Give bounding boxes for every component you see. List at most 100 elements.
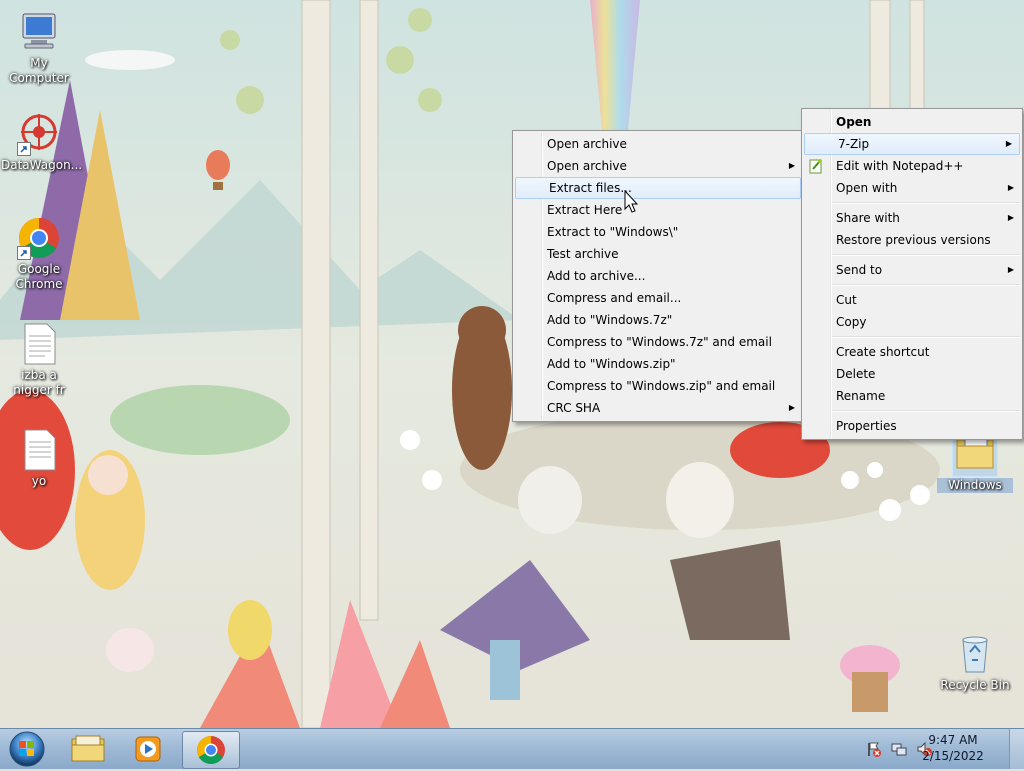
show-desktop-button[interactable]	[1009, 729, 1024, 769]
desktop-icon-google-chrome[interactable]: Google Chrome	[1, 216, 77, 292]
menu-item-compress-and-email[interactable]: Compress and email...	[513, 287, 803, 309]
submenu-arrow-icon: ▶	[1005, 139, 1012, 148]
chrome-icon	[197, 736, 225, 764]
datawagon-icon	[17, 112, 61, 156]
menu-separator	[832, 284, 1020, 286]
menu-item-7zip[interactable]: 7-Zip ▶	[804, 133, 1020, 155]
menu-item-label: Compress and email...	[547, 291, 682, 305]
desktop-icon-label: My Computer	[9, 56, 69, 85]
menu-item-label: Add to "Windows.zip"	[547, 357, 676, 371]
context-menu: Open 7-Zip ▶ Edit with Notepad++ Open wit…	[801, 108, 1023, 440]
menu-item-label: Compress to "Windows.7z" and email	[547, 335, 772, 349]
taskbar-chrome-button[interactable]	[182, 731, 240, 769]
menu-item-label: Extract files...	[549, 181, 632, 195]
taskbar: 9:47 AM 2/15/2022	[0, 728, 1024, 769]
desktop-icon-text-file[interactable]: izba a nigger fr	[1, 322, 77, 398]
action-center-flag-icon[interactable]	[866, 741, 882, 757]
clock-time: 9:47 AM	[928, 733, 978, 747]
desktop-icon-label: DataWagon...	[1, 158, 83, 172]
submenu-arrow-icon: ▶	[788, 403, 795, 412]
menu-item-delete[interactable]: Delete	[802, 363, 1022, 385]
menu-item-extract-files[interactable]: Extract files...	[515, 177, 801, 199]
menu-item-extract-here[interactable]: Extract Here	[513, 199, 803, 221]
menu-item-label: Share with	[836, 211, 900, 225]
menu-item-add-to-archive[interactable]: Add to archive...	[513, 265, 803, 287]
chrome-icon	[17, 216, 61, 260]
menu-separator	[832, 336, 1020, 338]
shortcut-arrow-icon	[17, 142, 31, 156]
menu-item-extract-to-windows[interactable]: Extract to "Windows\"	[513, 221, 803, 243]
menu-item-label: CRC SHA	[547, 401, 601, 415]
desktop-icon-windows-folder[interactable]: Windows	[937, 431, 1013, 493]
menu-item-label: Send to	[836, 263, 883, 277]
start-button[interactable]	[4, 730, 50, 768]
network-icon[interactable]	[891, 741, 907, 757]
explorer-icon	[71, 735, 105, 762]
text-file-icon	[17, 428, 61, 472]
menu-item-open-with[interactable]: Open with ▶	[802, 177, 1022, 199]
submenu-arrow-icon: ▶	[1007, 183, 1014, 192]
menu-item-label: Rename	[836, 389, 886, 403]
menu-item-label: Extract Here	[547, 203, 623, 217]
menu-item-copy[interactable]: Copy	[802, 311, 1022, 333]
menu-item-label: Cut	[836, 293, 857, 307]
menu-item-compress-zip-email[interactable]: Compress to "Windows.zip" and email	[513, 375, 803, 397]
taskbar-explorer-button[interactable]	[60, 731, 116, 767]
menu-item-label: Create shortcut	[836, 345, 930, 359]
menu-item-label: Compress to "Windows.zip" and email	[547, 379, 776, 393]
menu-item-label: Properties	[836, 419, 897, 433]
menu-item-share-with[interactable]: Share with ▶	[802, 207, 1022, 229]
menu-item-label: Restore previous versions	[836, 233, 991, 247]
menu-item-create-shortcut[interactable]: Create shortcut	[802, 341, 1022, 363]
desktop-icon-datawagon[interactable]: DataWagon...	[1, 112, 83, 173]
text-file-icon	[17, 322, 61, 366]
menu-item-cut[interactable]: Cut	[802, 289, 1022, 311]
taskbar-media-player-button[interactable]	[120, 731, 176, 767]
menu-item-label: Open with	[836, 181, 898, 195]
menu-item-crc-sha[interactable]: CRC SHA ▶	[513, 397, 803, 419]
system-clock[interactable]: 9:47 AM 2/15/2022	[918, 732, 988, 764]
menu-item-send-to[interactable]: Send to ▶	[802, 259, 1022, 281]
menu-separator	[832, 254, 1020, 256]
menu-item-add-to-zip[interactable]: Add to "Windows.zip"	[513, 353, 803, 375]
clock-date: 2/15/2022	[922, 749, 984, 763]
7zip-submenu: Open archive Open archive ▶ Extract files…	[512, 130, 804, 422]
notepadpp-icon	[808, 158, 824, 174]
menu-item-add-to-7z[interactable]: Add to "Windows.7z"	[513, 309, 803, 331]
menu-separator	[832, 202, 1020, 204]
menu-item-test-archive[interactable]: Test archive	[513, 243, 803, 265]
media-player-icon	[135, 736, 161, 762]
menu-separator	[832, 410, 1020, 412]
submenu-arrow-icon: ▶	[788, 161, 795, 170]
menu-item-label: Edit with Notepad++	[836, 159, 964, 173]
menu-item-label: Add to archive...	[547, 269, 646, 283]
menu-item-open-archive-submenu[interactable]: Open archive ▶	[513, 155, 803, 177]
desktop-icon-recycle-bin[interactable]: Recycle Bin	[937, 632, 1013, 693]
desktop-icon-label: izba a nigger fr	[13, 368, 65, 397]
computer-icon	[17, 10, 61, 54]
desktop-icon-label: Google Chrome	[15, 262, 63, 291]
menu-item-label: Copy	[836, 315, 867, 329]
desktop-icon-label: yo	[31, 474, 47, 488]
desktop-icon-label: Windows	[937, 478, 1013, 493]
menu-item-restore-previous-versions[interactable]: Restore previous versions	[802, 229, 1022, 251]
menu-item-open-archive[interactable]: Open archive	[513, 133, 803, 155]
menu-item-rename[interactable]: Rename	[802, 385, 1022, 407]
desktop-icon-label: Recycle Bin	[940, 678, 1010, 692]
menu-item-label: Open archive	[547, 159, 627, 173]
menu-item-label: 7-Zip	[838, 137, 870, 151]
mouse-pointer-icon	[624, 190, 639, 213]
menu-item-label: Add to "Windows.7z"	[547, 313, 673, 327]
menu-item-edit-with-notepadpp[interactable]: Edit with Notepad++	[802, 155, 1022, 177]
menu-item-compress-7z-email[interactable]: Compress to "Windows.7z" and email	[513, 331, 803, 353]
shortcut-arrow-icon	[17, 246, 31, 260]
desktop-icon-my-computer[interactable]: My Computer	[1, 10, 77, 86]
menu-item-label: Open archive	[547, 137, 627, 151]
menu-item-label: Open	[836, 115, 872, 129]
submenu-arrow-icon: ▶	[1007, 213, 1014, 222]
menu-item-properties[interactable]: Properties	[802, 415, 1022, 437]
menu-item-label: Extract to "Windows\"	[547, 225, 679, 239]
menu-item-open[interactable]: Open	[802, 111, 1022, 133]
desktop-icon-yo[interactable]: yo	[1, 428, 77, 489]
menu-item-label: Delete	[836, 367, 876, 381]
